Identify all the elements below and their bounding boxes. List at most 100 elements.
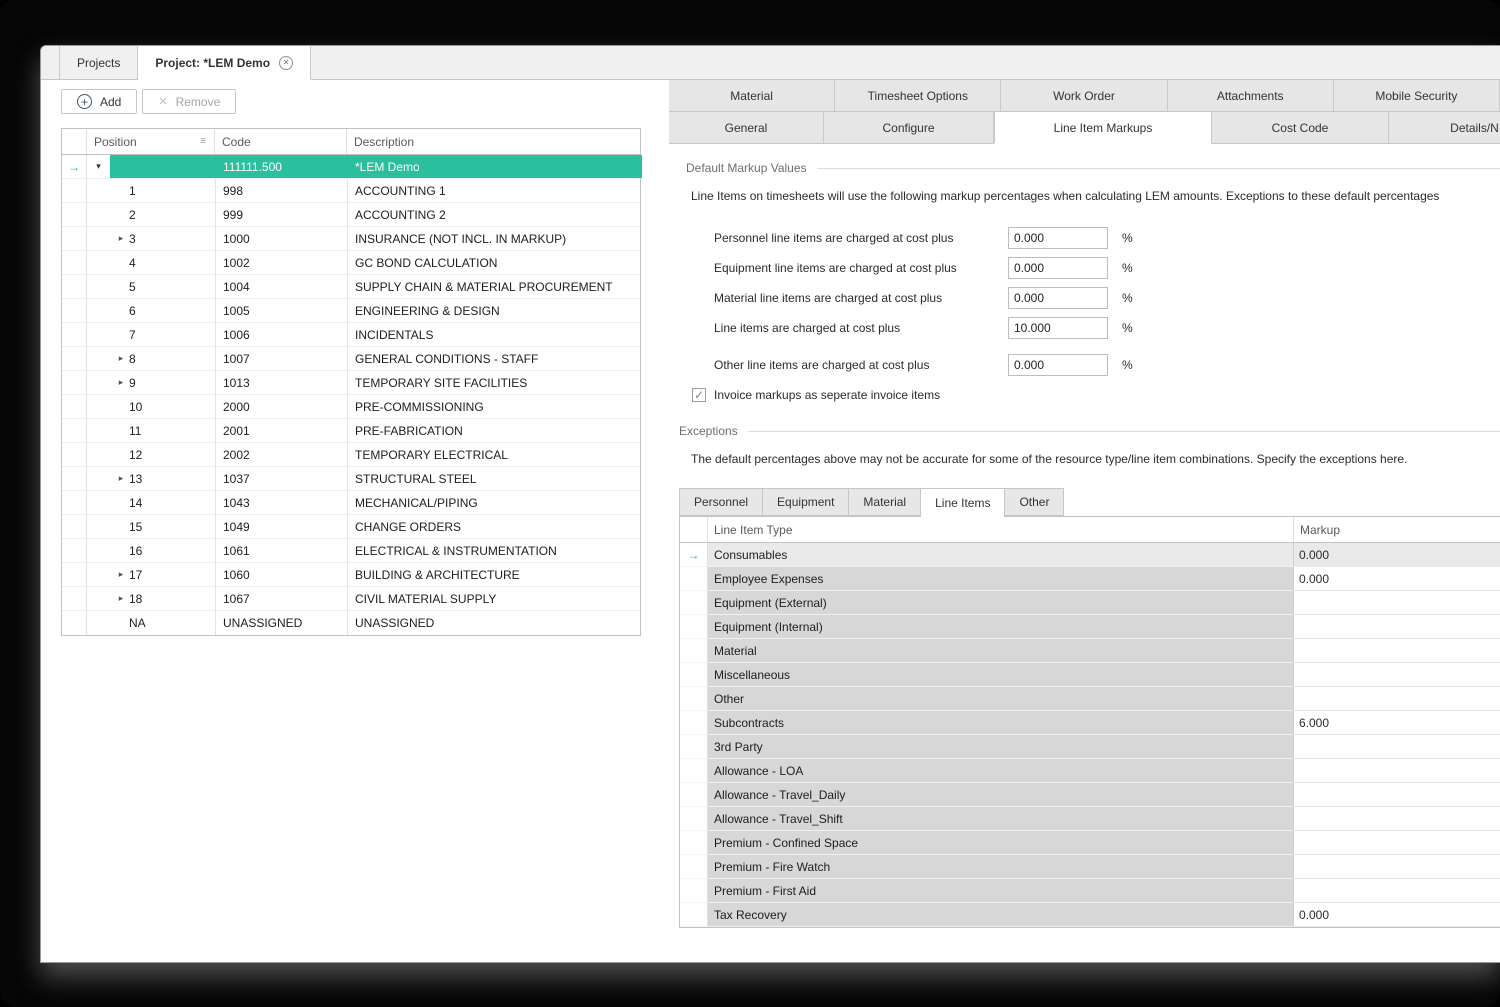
code-column-header[interactable]: Code (215, 129, 347, 154)
add-button[interactable]: + Add (61, 89, 137, 114)
markup-column-header[interactable]: Markup (1294, 517, 1500, 542)
exception-row[interactable]: Allowance - Travel_Shift (680, 807, 1500, 831)
expand-icon[interactable]: ▸ (113, 593, 129, 604)
markup-cell[interactable] (1294, 663, 1500, 687)
exception-row[interactable]: Allowance - Travel_Daily (680, 783, 1500, 807)
description-header-label: Description (354, 135, 414, 149)
exception-row[interactable]: Subcontracts6.000 (680, 711, 1500, 735)
tab-work-order[interactable]: Work Order (1001, 80, 1167, 111)
equipment-markup-input[interactable] (1008, 257, 1108, 279)
exceptions-tab-material[interactable]: Material (848, 488, 920, 516)
exception-row[interactable]: Premium - First Aid (680, 879, 1500, 903)
markup-cell[interactable] (1294, 831, 1500, 855)
tree-row[interactable]: 71006INCIDENTALS (62, 323, 640, 347)
tree-row[interactable]: ▸181067CIVIL MATERIAL SUPPLY (62, 587, 640, 611)
tab-cost-code[interactable]: Cost Code (1212, 112, 1389, 143)
markup-cell[interactable] (1294, 591, 1500, 615)
exception-row[interactable]: Equipment (Internal) (680, 615, 1500, 639)
exception-row[interactable]: Other (680, 687, 1500, 711)
other-markup-input[interactable] (1008, 354, 1108, 376)
markup-cell[interactable] (1294, 615, 1500, 639)
exception-row[interactable]: Premium - Confined Space (680, 831, 1500, 855)
line-markup-input[interactable] (1008, 317, 1108, 339)
tab-details-n[interactable]: Details/N (1389, 112, 1500, 143)
row-indicator-cell (62, 563, 87, 586)
tree-row[interactable]: ▸91013TEMPORARY SITE FACILITIES (62, 371, 640, 395)
invoice-markups-checkbox-row[interactable]: ✓ Invoice markups as seperate invoice it… (692, 388, 1500, 402)
markup-cell[interactable] (1294, 735, 1500, 759)
exception-row[interactable]: Miscellaneous (680, 663, 1500, 687)
exceptions-tab-equipment[interactable]: Equipment (762, 488, 848, 516)
expand-icon[interactable]: ▸ (113, 377, 129, 388)
description-cell: PRE-FABRICATION (347, 419, 642, 442)
expand-icon[interactable]: ▸ (113, 569, 129, 580)
tab-line-item-markups[interactable]: Line Item Markups (994, 112, 1212, 144)
markup-cell[interactable]: 0.000 (1294, 903, 1500, 927)
tab-general[interactable]: General (669, 112, 824, 143)
expand-icon[interactable]: ▸ (113, 353, 129, 364)
tree-row[interactable]: 112001PRE-FABRICATION (62, 419, 640, 443)
expand-indent-cell (87, 371, 110, 394)
tree-row[interactable]: 1998ACCOUNTING 1 (62, 179, 640, 203)
tree-row[interactable]: 51004SUPPLY CHAIN & MATERIAL PROCUREMENT (62, 275, 640, 299)
tab-attachments[interactable]: Attachments (1168, 80, 1334, 111)
percent-sign: % (1122, 358, 1133, 372)
expand-icon[interactable]: ▸ (113, 473, 129, 484)
markup-cell[interactable]: 6.000 (1294, 711, 1500, 735)
description-column-header[interactable]: Description (347, 129, 642, 154)
tree-row[interactable]: 161061ELECTRICAL & INSTRUMENTATION (62, 539, 640, 563)
tab-project-lem-demo[interactable]: Project: *LEM Demo ✕ (138, 46, 311, 80)
personnel-markup-input[interactable] (1008, 227, 1108, 249)
exceptions-tab-other[interactable]: Other (1004, 488, 1064, 516)
tree-row[interactable]: 122002TEMPORARY ELECTRICAL (62, 443, 640, 467)
expand-icon[interactable]: ▸ (113, 233, 129, 244)
markup-cell[interactable] (1294, 879, 1500, 903)
tab-projects[interactable]: Projects (59, 46, 138, 79)
markup-cell[interactable] (1294, 855, 1500, 879)
exception-row[interactable]: Allowance - LOA (680, 759, 1500, 783)
row-indicator-cell (680, 591, 708, 615)
exception-row[interactable]: Premium - Fire Watch (680, 855, 1500, 879)
tab-configure[interactable]: Configure (824, 112, 994, 143)
exception-row[interactable]: →Consumables0.000 (680, 543, 1500, 567)
checkbox-checked-icon[interactable]: ✓ (692, 388, 706, 402)
tree-row[interactable]: ▸31000INSURANCE (NOT INCL. IN MARKUP) (62, 227, 640, 251)
tree-row[interactable]: 102000PRE-COMMISSIONING (62, 395, 640, 419)
position-column-header[interactable]: Position ≡ (87, 129, 215, 154)
exception-row[interactable]: Equipment (External) (680, 591, 1500, 615)
tab-timesheet-options[interactable]: Timesheet Options (835, 80, 1001, 111)
tree-row[interactable]: →▾111111.500*LEM Demo (62, 155, 640, 179)
close-tab-icon[interactable]: ✕ (279, 56, 293, 70)
markup-cell[interactable]: 0.000 (1294, 543, 1500, 567)
tree-row[interactable]: ▸171060BUILDING & ARCHITECTURE (62, 563, 640, 587)
line-item-type-column-header[interactable]: Line Item Type (708, 517, 1294, 542)
exception-row[interactable]: Material (680, 639, 1500, 663)
markup-cell[interactable] (1294, 783, 1500, 807)
tree-row[interactable]: 61005ENGINEERING & DESIGN (62, 299, 640, 323)
markup-cell[interactable]: 0.000 (1294, 567, 1500, 591)
exception-row[interactable]: Employee Expenses0.000 (680, 567, 1500, 591)
material-markup-input[interactable] (1008, 287, 1108, 309)
remove-button[interactable]: ✕ Remove (142, 89, 236, 114)
markup-cell[interactable] (1294, 639, 1500, 663)
tree-row[interactable]: 151049CHANGE ORDERS (62, 515, 640, 539)
collapse-icon[interactable]: ▾ (87, 155, 110, 178)
markup-cell[interactable] (1294, 759, 1500, 783)
line-item-type-cell: Equipment (Internal) (708, 615, 1294, 639)
exceptions-tab-personnel[interactable]: Personnel (679, 488, 762, 516)
tab-material[interactable]: Material (669, 80, 835, 111)
tab-mobile-security[interactable]: Mobile Security (1334, 80, 1500, 111)
exception-row[interactable]: 3rd Party (680, 735, 1500, 759)
markup-cell[interactable] (1294, 807, 1500, 831)
tree-row[interactable]: NAUNASSIGNEDUNASSIGNED (62, 611, 640, 635)
tree-row[interactable]: 41002GC BOND CALCULATION (62, 251, 640, 275)
exceptions-tab-line-items[interactable]: Line Items (920, 488, 1004, 517)
tree-row[interactable]: ▸131037STRUCTURAL STEEL (62, 467, 640, 491)
tree-row[interactable]: ▸81007GENERAL CONDITIONS - STAFF (62, 347, 640, 371)
row-indicator-cell (62, 419, 87, 442)
tree-row[interactable]: 2999ACCOUNTING 2 (62, 203, 640, 227)
markup-cell[interactable] (1294, 687, 1500, 711)
tree-row[interactable]: 141043MECHANICAL/PIPING (62, 491, 640, 515)
exception-row[interactable]: Tax Recovery0.000 (680, 903, 1500, 927)
percent-sign: % (1122, 231, 1133, 245)
